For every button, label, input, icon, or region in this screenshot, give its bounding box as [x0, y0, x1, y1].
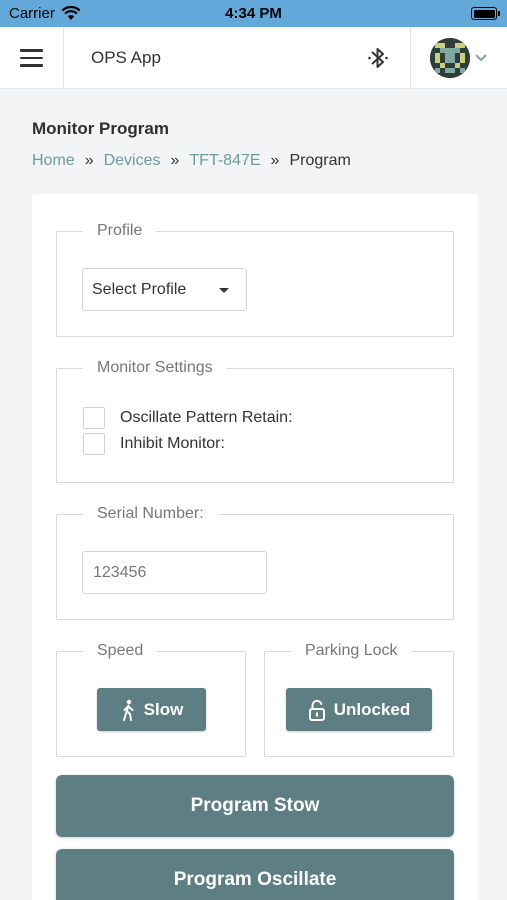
battery-icon: [471, 7, 500, 20]
parking-lock-button[interactable]: Unlocked: [286, 688, 432, 731]
breadcrumb-current: Program: [289, 152, 351, 169]
header-divider: [410, 27, 411, 89]
speed-button-label: Slow: [143, 699, 184, 719]
breadcrumb-separator: »: [170, 152, 180, 169]
oscillate-pattern-retain-checkbox[interactable]: [83, 407, 105, 429]
breadcrumb-device[interactable]: TFT-847E: [189, 152, 260, 169]
inhibit-monitor-label: Inhibit Monitor:: [120, 435, 225, 452]
breadcrumb-home[interactable]: Home: [32, 152, 75, 169]
app-header: OPS App: [0, 27, 507, 89]
caret-down-icon: [219, 288, 229, 293]
profile-select[interactable]: Select Profile: [82, 268, 247, 311]
program-stow-button[interactable]: Program Stow: [56, 775, 454, 837]
monitor-settings-legend: Monitor Settings: [97, 359, 213, 376]
header-divider: [63, 27, 64, 89]
breadcrumb-separator: »: [84, 152, 94, 169]
walking-person-icon: [122, 699, 134, 721]
profile-select-value: Select Profile: [92, 281, 187, 298]
bluetooth-icon[interactable]: [366, 44, 390, 72]
page-title: Monitor Program: [32, 119, 169, 138]
menu-icon[interactable]: [20, 49, 43, 67]
breadcrumb-devices[interactable]: Devices: [104, 152, 161, 169]
serial-number-legend: Serial Number:: [97, 505, 204, 522]
app-title: OPS App: [91, 48, 161, 67]
breadcrumb: Home » Devices » TFT-847E » Program: [32, 152, 351, 170]
speed-legend: Speed: [97, 642, 144, 659]
status-bar: Carrier 4:34 PM: [0, 0, 507, 27]
avatar[interactable]: [430, 38, 470, 78]
parking-lock-button-label: Unlocked: [333, 699, 411, 719]
parking-lock-legend: Parking Lock: [305, 642, 398, 659]
speed-button[interactable]: Slow: [97, 688, 206, 731]
breadcrumb-separator: »: [270, 152, 280, 169]
chevron-down-icon[interactable]: [474, 52, 488, 62]
oscillate-pattern-retain-label: Oscillate Pattern Retain:: [120, 409, 293, 426]
program-oscillate-button[interactable]: Program Oscillate: [56, 849, 454, 900]
inhibit-monitor-checkbox[interactable]: [83, 433, 105, 455]
serial-number-input[interactable]: [82, 551, 267, 594]
clock: 4:34 PM: [225, 5, 282, 22]
unlocked-padlock-icon: [308, 699, 325, 721]
profile-legend: Profile: [97, 222, 143, 239]
